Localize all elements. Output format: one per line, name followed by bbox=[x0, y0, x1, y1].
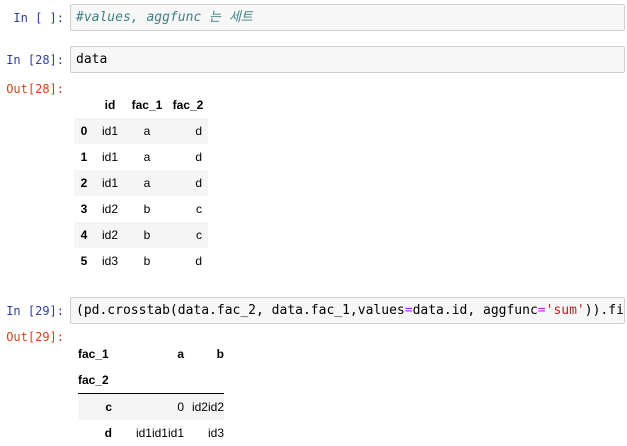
row-index-name: fac_2 bbox=[78, 373, 109, 387]
code-string: 'sum' bbox=[545, 303, 585, 318]
row-index: 1 bbox=[80, 150, 88, 164]
code-operator: = bbox=[537, 303, 546, 318]
output-prompt-28: Out[28]: bbox=[6, 82, 64, 96]
code-comment: #values, aggfunc 는 세트 bbox=[76, 10, 253, 25]
cell-id: id1 bbox=[101, 124, 118, 138]
code-cell-1[interactable]: #values, aggfunc 는 세트 bbox=[70, 4, 625, 31]
code-cell-28[interactable]: data bbox=[70, 46, 625, 73]
table-row: d id1id1id1 id3 bbox=[78, 420, 224, 446]
column-index-name: fac_1 bbox=[78, 347, 109, 361]
crosstab-output-29: fac_1 a b fac_2 c 0 id2id2 d id1id1id1 id3 bbox=[78, 341, 224, 446]
table-row: 0 id1 a d bbox=[74, 118, 208, 144]
output-prompt-29: Out[29]: bbox=[6, 330, 64, 344]
cell-fac-2: d bbox=[195, 150, 202, 164]
cell-fac-2: c bbox=[196, 202, 202, 216]
table-row: 1 id1 a d bbox=[74, 144, 208, 170]
cell-id: id1 bbox=[101, 176, 118, 190]
cell-b: id3 bbox=[207, 426, 224, 440]
row-index: 3 bbox=[80, 202, 88, 216]
table-row: 5 id3 b d bbox=[74, 248, 208, 274]
table-header-row: id fac_1 fac_2 bbox=[74, 92, 208, 118]
cell-fac-1: a bbox=[143, 124, 151, 138]
dataframe-output-28: id fac_1 fac_2 0 id1 a d 1 id1 a d 2 id1 a d 3 id2 b c 4… bbox=[74, 92, 208, 274]
table-row: 2 id1 a d bbox=[74, 170, 208, 196]
column-header: a bbox=[177, 347, 184, 361]
cell-id: id1 bbox=[101, 150, 118, 164]
cell-id: id2 bbox=[101, 228, 118, 242]
column-header: fac_1 bbox=[131, 98, 163, 112]
cell-fac-1: b bbox=[143, 202, 151, 216]
cell-fac-2: c bbox=[196, 228, 202, 242]
cell-a: id1id1id1 bbox=[135, 426, 184, 440]
cell-a: 0 bbox=[177, 400, 184, 414]
cell-fac-2: d bbox=[195, 124, 202, 138]
cell-b: id2id2 bbox=[191, 400, 224, 414]
code-operator: = bbox=[404, 303, 413, 318]
code-text: data.id, aggfunc bbox=[412, 303, 538, 318]
input-prompt-28: In [28]: bbox=[6, 53, 64, 67]
cell-fac-1: b bbox=[143, 254, 151, 268]
row-index: 2 bbox=[80, 176, 88, 190]
row-index: d bbox=[104, 426, 112, 440]
row-index: 4 bbox=[80, 228, 88, 242]
column-header: id bbox=[104, 98, 116, 112]
code-text: (pd.crosstab(data.fac_2, data.fac_1,valu… bbox=[76, 303, 405, 318]
cell-fac-1: b bbox=[143, 228, 151, 242]
table-header-row: fac_2 bbox=[78, 367, 224, 394]
code-cell-29[interactable]: (pd.crosstab(data.fac_2, data.fac_1,valu… bbox=[70, 297, 625, 324]
cell-fac-2: d bbox=[195, 176, 202, 190]
code-text: data bbox=[76, 52, 108, 67]
table-header-row: fac_1 a b bbox=[78, 341, 224, 367]
row-index: 5 bbox=[80, 254, 88, 268]
cell-id: id3 bbox=[101, 254, 118, 268]
row-index: c bbox=[105, 400, 112, 414]
table-row: 4 id2 b c bbox=[74, 222, 208, 248]
input-prompt-29: In [29]: bbox=[6, 304, 64, 318]
code-text: )).fillna( bbox=[584, 303, 624, 318]
column-header: b bbox=[216, 347, 224, 361]
row-index: 0 bbox=[80, 124, 88, 138]
cell-fac-1: a bbox=[143, 150, 151, 164]
cell-fac-1: a bbox=[143, 176, 151, 190]
cell-id: id2 bbox=[101, 202, 118, 216]
table-row: 3 id2 b c bbox=[74, 196, 208, 222]
cell-fac-2: d bbox=[195, 254, 202, 268]
column-header: fac_2 bbox=[172, 98, 204, 112]
input-prompt-1: In [ ]: bbox=[13, 11, 64, 25]
table-row: c 0 id2id2 bbox=[78, 393, 224, 420]
